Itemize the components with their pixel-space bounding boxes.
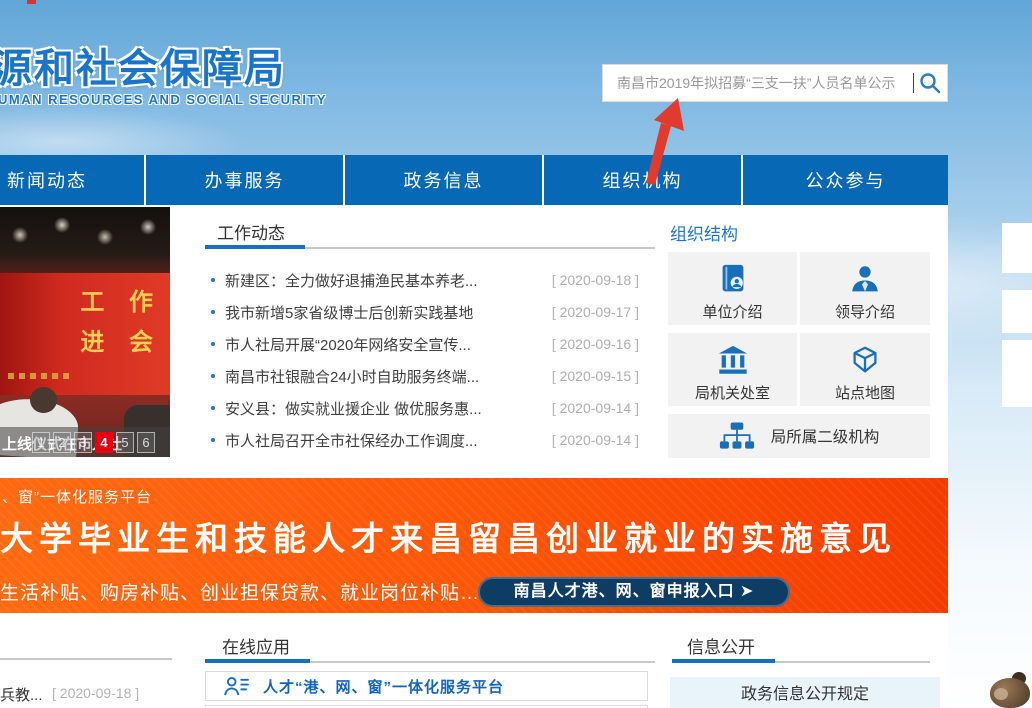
news-carousel[interactable]: 工 作进 会 上线仪式在市人社 1 2 3 4 5 6 [0, 207, 170, 457]
news-link[interactable]: 安义县：做实就业援企业 做优服务惠... [225, 398, 544, 419]
banner-headline: 大学毕业生和技能人才来昌留昌创业就业的实施意见 [0, 512, 897, 560]
carousel-page-6[interactable]: 6 [137, 432, 155, 453]
search-icon[interactable] [918, 71, 942, 95]
org-card-leader-intro[interactable]: 领导介绍 [800, 252, 930, 325]
tab-online-apps[interactable]: 在线应用 [222, 633, 290, 658]
news-date: [ 2020-09-16 ] [552, 336, 655, 352]
tab-active-underline [205, 659, 310, 663]
banner-subtext: 生活补贴、购房补贴、创业担保贷款、就业岗位补贴…… [0, 578, 500, 605]
carousel-photo-slogan: 工 作进 会 [80, 283, 162, 363]
mascot-pet-image[interactable] [986, 672, 1032, 708]
news-row: 我市新增5家省级博士后创新实践基地 [ 2020-09-17 ] [205, 296, 655, 328]
page: 源和社会保障局 UMAN RESOURCES AND SOCIAL SECURI… [0, 0, 1032, 708]
bullet-icon [211, 278, 215, 282]
bullet-icon [211, 406, 215, 410]
promo-banner[interactable]: 、窗”一体化服务平台 大学毕业生和技能人才来昌留昌创业就业的实施意见 生活补贴、… [0, 478, 948, 613]
news-row: 市人社局开展“2020年网络安全宣传... [ 2020-09-16 ] [205, 328, 655, 360]
bullet-icon [211, 374, 215, 378]
org-card-label: 局机关处室 [668, 382, 797, 403]
tab-active-underline [672, 659, 775, 663]
news-row: 市人社局召开全市社保经办工作调度... [ 2020-09-14 ] [205, 424, 655, 456]
news-date: [ 2020-09-15 ] [552, 368, 655, 384]
news-link[interactable]: 我市新增5家省级博士后创新实践基地 [225, 302, 544, 323]
cube-icon [848, 344, 882, 378]
sitemap-icon [719, 421, 755, 451]
news-list: 新建区：全力做好退捕渔民基本养老... [ 2020-09-18 ] 我市新增5… [205, 264, 655, 456]
carousel-page-2[interactable]: 2 [53, 432, 71, 453]
org-card-sitemap[interactable]: 站点地图 [800, 333, 930, 406]
nav-item-news[interactable]: 新闻动态 [0, 155, 146, 205]
user-list-icon [224, 676, 249, 697]
org-card-unit-intro[interactable]: 单位介绍 [668, 252, 797, 325]
search-input[interactable] [615, 74, 913, 92]
bank-icon [716, 344, 750, 378]
news-row: 南昌市社银融合24小时自助服务终端... [ 2020-09-15 ] [205, 360, 655, 392]
banner-apply-button[interactable]: 南昌人才港、网、窗申报入口 ➤ [478, 577, 790, 607]
book-icon [716, 263, 750, 297]
carousel-pagination: 1 2 3 4 5 6 [32, 432, 155, 453]
carousel-page-5[interactable]: 5 [116, 432, 134, 453]
tab-info-disclosure[interactable]: 信息公开 [687, 633, 755, 658]
floating-side-widget[interactable] [1002, 223, 1032, 273]
org-card-label: 局所属二级机构 [771, 425, 880, 447]
news-link[interactable]: 市人社局召开全市社保经办工作调度... [225, 430, 544, 451]
nav-item-public-participation[interactable]: 公众参与 [743, 155, 948, 205]
person-icon [848, 263, 882, 297]
carousel-photo-person-head [30, 387, 57, 413]
main-navigation: 新闻动态 办事服务 政务信息 组织机构 公众参与 [0, 155, 948, 205]
carousel-photo-stage-lights [0, 207, 170, 273]
bottom-left-news-link[interactable]: 兵教... [0, 684, 43, 705]
mascot-cheek [994, 688, 1008, 700]
org-card-label: 站点地图 [800, 382, 930, 403]
search-box[interactable] [602, 64, 948, 102]
org-card-subordinate-agencies[interactable]: 局所属二级机构 [668, 414, 930, 458]
online-app-item[interactable]: 人才“港、网、窗”一体化服务平台 [205, 671, 648, 701]
bullet-icon [211, 310, 215, 314]
divider [0, 658, 172, 660]
news-row: 新建区：全力做好退捕渔民基本养老... [ 2020-09-18 ] [205, 264, 655, 296]
nav-item-gov-info[interactable]: 政务信息 [345, 155, 544, 205]
tab-work-news[interactable]: 工作动态 [217, 219, 285, 244]
org-card-label: 单位介绍 [668, 301, 797, 322]
floating-side-widget[interactable] [1002, 290, 1032, 333]
carousel-page-3[interactable]: 3 [74, 432, 92, 453]
top-left-red-mark [27, 0, 36, 4]
carousel-page-4-active[interactable]: 4 [95, 432, 113, 453]
news-link[interactable]: 南昌市社银融合24小时自助服务终端... [225, 366, 544, 387]
news-date: [ 2020-09-14 ] [552, 432, 655, 448]
bullet-icon [211, 342, 215, 346]
nav-item-services[interactable]: 办事服务 [146, 155, 345, 205]
news-link[interactable]: 新建区：全力做好退捕渔民基本养老... [225, 270, 544, 291]
carousel-page-1[interactable]: 1 [32, 432, 50, 453]
tab-active-underline [205, 245, 305, 249]
banner-top-text: 、窗”一体化服务平台 [2, 486, 152, 507]
online-app-label: 人才“港、网、窗”一体化服务平台 [263, 676, 504, 697]
news-date: [ 2020-09-18 ] [552, 272, 655, 288]
org-structure-heading: 组织结构 [670, 220, 738, 245]
news-row: 安义县：做实就业援企业 做优服务惠... [ 2020-09-14 ] [205, 392, 655, 424]
floating-side-widget[interactable] [1002, 340, 1032, 407]
nav-item-organization[interactable]: 组织机构 [544, 155, 743, 205]
text-caret [913, 73, 914, 93]
news-link[interactable]: 市人社局开展“2020年网络安全宣传... [225, 334, 544, 355]
bottom-left-news-date: [ 2020-09-18 ] [52, 685, 139, 701]
org-card-label: 领导介绍 [800, 301, 930, 322]
info-disclosure-item[interactable]: 政务信息公开规定 [670, 677, 940, 708]
news-date: [ 2020-09-14 ] [552, 400, 655, 416]
carousel-photo-red-backdrop: 工 作进 会 [0, 273, 170, 395]
site-logo-chinese: 源和社会保障局 [0, 36, 286, 94]
bullet-icon [211, 438, 215, 442]
carousel-photo-small-text [8, 373, 74, 379]
news-date: [ 2020-09-17 ] [552, 304, 655, 320]
site-logo-english: UMAN RESOURCES AND SOCIAL SECURITY [0, 92, 327, 107]
org-card-departments[interactable]: 局机关处室 [668, 333, 797, 406]
